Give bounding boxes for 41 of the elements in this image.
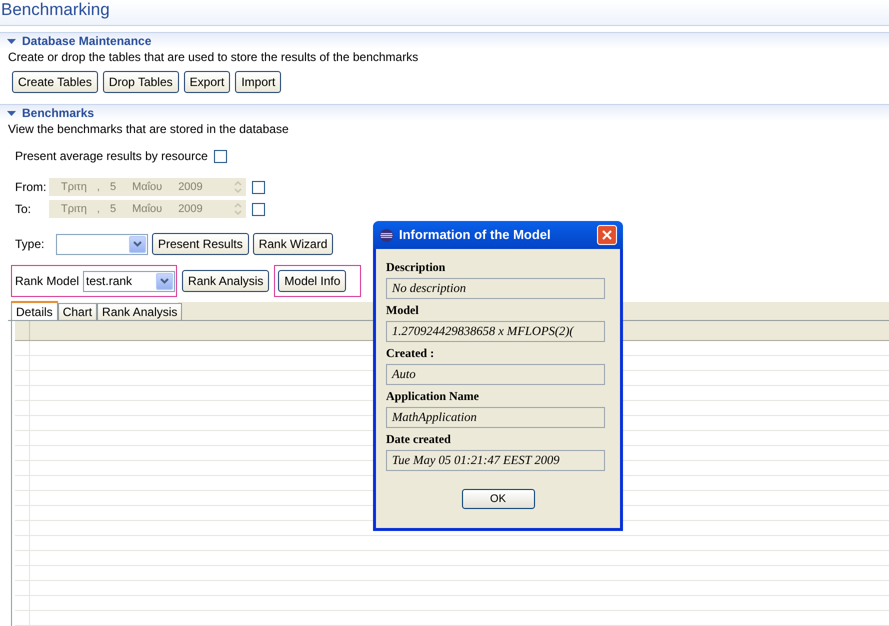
tab[interactable]: Details <box>11 301 58 320</box>
app-icon <box>379 228 394 242</box>
section-description: View the benchmarks that are stored in the database <box>8 121 290 137</box>
field-label: Description <box>386 259 446 275</box>
type-label: Type: <box>15 236 46 253</box>
action-button[interactable]: Rank Wizard <box>252 233 334 255</box>
action-button[interactable]: Model Info <box>278 270 346 292</box>
field-value: 1.270924429838658 x MFLOPS(2)( <box>386 321 605 342</box>
field-label: Date created <box>386 431 452 447</box>
close-icon <box>602 230 612 240</box>
action-button[interactable]: Export <box>184 71 230 93</box>
field-label: Model <box>386 302 420 318</box>
option-label: Present average results by resource <box>15 148 208 165</box>
checkbox[interactable] <box>214 150 227 162</box>
dialog-title: Information of the Model <box>399 226 552 244</box>
field-value: Auto <box>386 364 605 385</box>
action-button[interactable]: Present Results <box>152 233 249 255</box>
date-label: To: <box>15 201 32 218</box>
caret-icon[interactable] <box>7 108 16 118</box>
field-value: No description <box>386 278 605 299</box>
action-button[interactable]: Drop Tables <box>102 71 179 93</box>
close-button[interactable] <box>597 225 617 245</box>
action-button[interactable]: Create Tables <box>12 71 98 93</box>
field-label: Application Name <box>386 388 480 404</box>
type-dropdown[interactable] <box>56 234 148 254</box>
action-button[interactable]: Rank Analysis <box>182 270 270 292</box>
field-value: Tue May 05 01:21:47 EEST 2009 <box>386 450 605 471</box>
section-title: Database Maintenance <box>22 33 152 50</box>
date-label: From: <box>15 179 48 196</box>
tab[interactable]: Rank Analysis <box>97 303 182 320</box>
tab[interactable]: Chart <box>58 303 98 320</box>
ok-button[interactable]: OK <box>462 489 534 509</box>
field-value: MathApplication <box>386 407 605 428</box>
rank-model-label: Rank Model <box>15 273 80 290</box>
section-title: Benchmarks <box>22 105 94 122</box>
rank-model-dropdown[interactable]: test.rank <box>83 270 176 292</box>
field-label: Created : <box>386 345 436 361</box>
page-title: Benchmarking <box>1 0 110 19</box>
section-description: Create or drop the tables that are used to store the results of the benchmarks <box>8 49 420 65</box>
action-button[interactable]: Import <box>235 71 282 93</box>
caret-icon[interactable] <box>7 36 16 46</box>
